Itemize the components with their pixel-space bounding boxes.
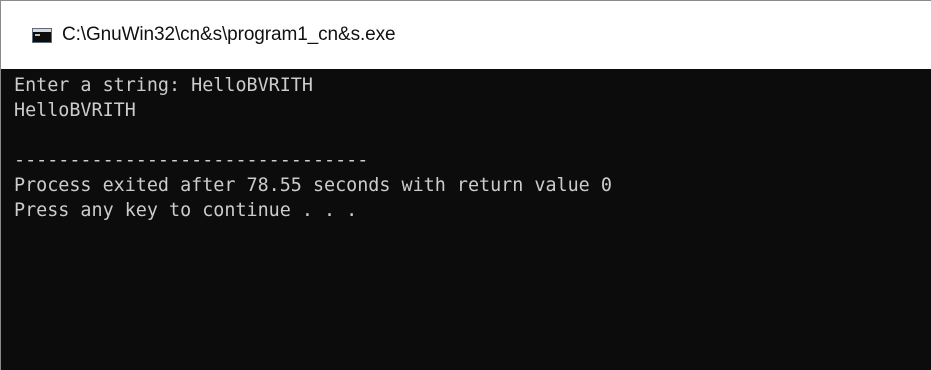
console-line-prompt: Enter a string: HelloBVRITH <box>14 75 313 96</box>
console-window[interactable]: C:\GnuWin32\cn&s\program1_cn&s.exe Enter… <box>0 0 931 370</box>
console-line-continue-prompt: Press any key to continue . . . <box>14 200 358 221</box>
console-line-exit-status: Process exited after 78.55 seconds with … <box>14 175 612 196</box>
console-output[interactable]: Enter a string: HelloBVRITH HelloBVRITH … <box>1 69 931 370</box>
console-app-icon[interactable] <box>32 27 52 43</box>
console-line-separator: -------------------------------- <box>14 150 369 171</box>
title-bar[interactable]: C:\GnuWin32\cn&s\program1_cn&s.exe <box>1 1 931 69</box>
console-line-echo: HelloBVRITH <box>14 100 136 121</box>
window-title: C:\GnuWin32\cn&s\program1_cn&s.exe <box>62 24 396 45</box>
